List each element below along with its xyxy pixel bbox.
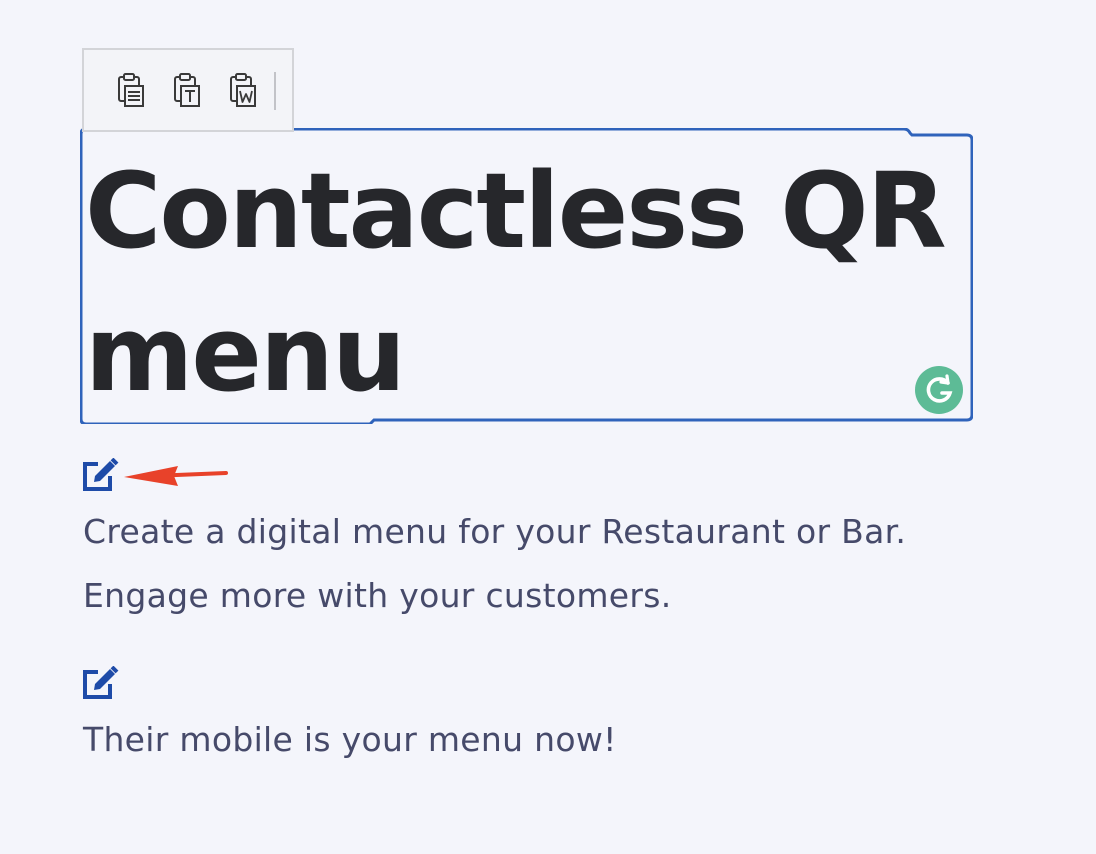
page-title[interactable]: Contactless QR menu xyxy=(85,140,947,426)
tagline: Their mobile is your menu now! xyxy=(83,720,617,759)
paste-formatted-button[interactable] xyxy=(112,72,148,112)
paste-from-word-button[interactable] xyxy=(224,72,260,112)
paste-from-word-icon xyxy=(230,73,256,107)
page: Contactless QR menu Create a digital men… xyxy=(0,0,1096,854)
annotation-arrow xyxy=(124,466,228,486)
toolbar-separator xyxy=(274,72,276,110)
edit-description-button[interactable] xyxy=(81,457,119,492)
heading-editor[interactable]: Contactless QR menu xyxy=(80,128,973,424)
description-line-2: Engage more with your customers. xyxy=(83,576,672,615)
grammarly-icon[interactable] xyxy=(915,366,963,414)
edit-tagline-button[interactable] xyxy=(81,665,119,700)
description-line-1: Create a digital menu for your Restauran… xyxy=(83,512,907,551)
paste-plain-text-icon xyxy=(174,73,200,107)
paste-toolbar xyxy=(82,48,294,132)
edit-icon xyxy=(83,665,119,699)
paste-plain-text-button[interactable] xyxy=(168,72,204,112)
edit-icon xyxy=(83,457,119,491)
paste-formatted-icon xyxy=(118,73,144,107)
